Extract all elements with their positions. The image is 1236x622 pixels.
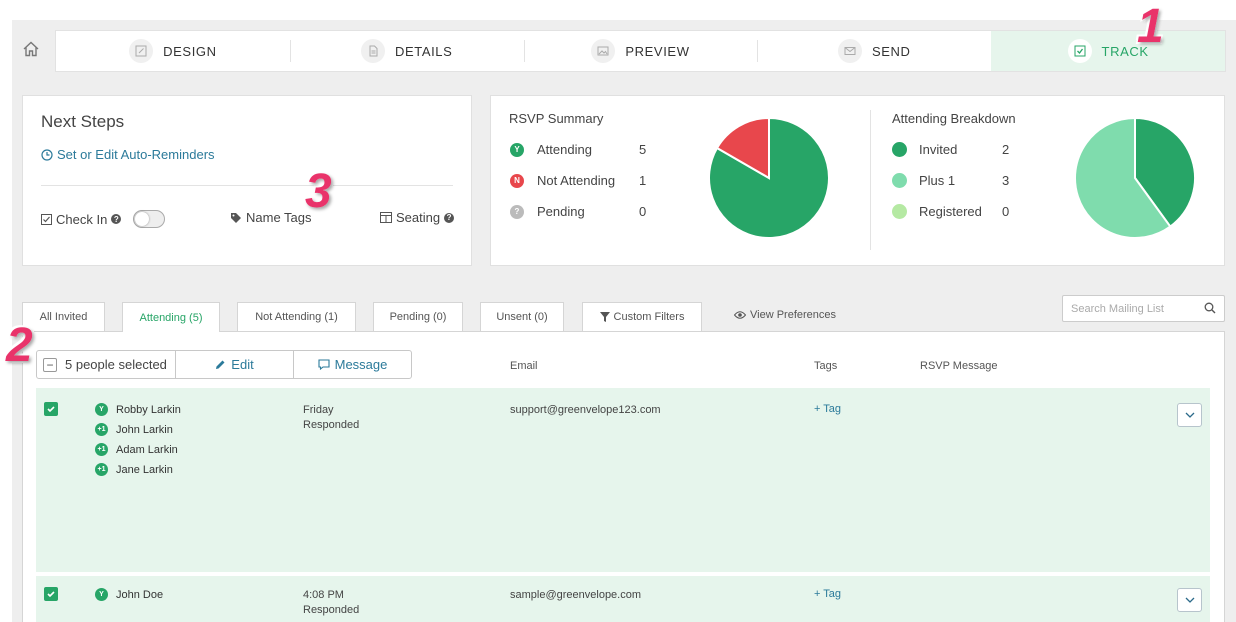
callout-number: 1 [1137, 0, 1164, 53]
attending-badge: Y [510, 142, 524, 157]
help-icon[interactable]: ? [111, 214, 122, 224]
step-track[interactable]: TRACK [991, 31, 1225, 71]
summary-not-attending-row: N Not Attending 1 [510, 173, 646, 188]
pencil-icon [129, 39, 154, 63]
guest-email: support@greenvelope123.com [510, 404, 661, 416]
attending-badge: Y [95, 403, 108, 416]
plus-one-badge: +1 [95, 443, 108, 456]
registered-dot [892, 204, 907, 219]
chevron-down-icon [1185, 412, 1194, 418]
table-row[interactable]: Y Robby Larkin +1 John Larkin +1 Adam Larki… [36, 388, 1210, 572]
pending-badge: ? [510, 204, 524, 219]
expand-row-button[interactable] [1177, 403, 1202, 427]
name-tags-link[interactable]: Name Tags [230, 210, 312, 225]
step-design[interactable]: DESIGN [56, 31, 290, 71]
next-steps-panel: Next Steps Set or Edit Auto-Reminders Ch… [22, 95, 472, 266]
rsvp-summary-title: RSVP Summary [509, 111, 604, 126]
step-preview[interactable]: PREVIEW [523, 31, 758, 71]
clock-icon [41, 148, 53, 161]
column-header-rsvp-message[interactable]: RSVP Message [920, 360, 997, 372]
check-in-option: Check In ? [41, 210, 166, 228]
edit-button[interactable]: Edit [176, 351, 294, 378]
step-label: DETAILS [394, 43, 453, 59]
summary-attending-row: Y Attending 5 [510, 142, 646, 157]
response-time: Friday Responded [303, 404, 360, 431]
select-all[interactable]: − 5 people selected [37, 351, 176, 378]
checkmark-icon [47, 591, 55, 598]
column-header-email[interactable]: Email [510, 360, 538, 372]
breakdown-registered-row: Registered 0 [892, 204, 1009, 219]
row-checkbox[interactable] [44, 402, 58, 416]
envelope-icon [838, 39, 863, 63]
tab-pending[interactable]: Pending (0) [373, 302, 463, 331]
guest-entry: +1 John Larkin [95, 423, 173, 436]
divider [41, 185, 453, 186]
chevron-down-icon [1185, 597, 1194, 603]
tab-all-invited[interactable]: All Invited [22, 302, 105, 331]
guest-entry: +1 Jane Larkin [95, 463, 173, 476]
step-details[interactable]: DETAILS [289, 31, 524, 71]
search-input[interactable]: Search Mailing List [1062, 295, 1225, 322]
seating-link[interactable]: Seating ? [380, 210, 455, 225]
message-button[interactable]: Message [294, 351, 411, 378]
guest-email: sample@greenvelope.com [510, 589, 642, 601]
table-row[interactable]: Y John Doe 4:08 PM Responded sample@green… [36, 576, 1210, 622]
attending-badge: Y [95, 588, 108, 601]
step-label: DESIGN [163, 43, 217, 59]
callout-number: 3 [305, 165, 332, 218]
add-tag-link[interactable]: + Tag [814, 403, 841, 415]
expand-row-button[interactable] [1177, 588, 1202, 612]
filter-icon [599, 312, 610, 322]
help-icon[interactable]: ? [444, 212, 455, 223]
bulk-actions: − 5 people selected Edit Message [36, 350, 412, 379]
breakdown-invited-row: Invited 2 [892, 142, 1009, 157]
search-icon[interactable] [1204, 302, 1216, 314]
invited-dot [892, 142, 907, 157]
checkmark-icon [47, 406, 55, 413]
step-label: SEND [872, 43, 911, 59]
tab-attending[interactable]: Attending (5) [122, 302, 220, 332]
pencil-icon [216, 360, 225, 369]
view-preferences-link[interactable]: View Preferences [734, 309, 836, 321]
tab-custom-filters[interactable]: Custom Filters [582, 302, 702, 331]
wizard-nav: DESIGN DETAILS PREVIEW SEND TRACK [55, 30, 1226, 72]
plus-one-badge: +1 [95, 463, 108, 476]
row-checkbox[interactable] [44, 587, 58, 601]
attending-breakdown-title: Attending Breakdown [892, 111, 1016, 126]
tab-unsent[interactable]: Unsent (0) [480, 302, 564, 331]
plus1-dot [892, 173, 907, 188]
callout-number: 2 [6, 319, 33, 372]
summary-pending-row: ? Pending 0 [510, 204, 646, 219]
guest-entry: +1 Adam Larkin [95, 443, 178, 456]
tag-icon [231, 212, 241, 223]
plus-one-badge: +1 [95, 423, 108, 436]
response-time: 4:08 PM Responded [303, 589, 360, 616]
chat-icon [318, 359, 330, 370]
next-steps-title: Next Steps [41, 112, 125, 131]
step-send[interactable]: SEND [757, 31, 991, 71]
guest-entry: Y Robby Larkin [95, 403, 181, 416]
document-icon [360, 39, 385, 63]
rsvp-summary-panel: RSVP Summary Y Attending 5 N Not Attendi… [490, 95, 1225, 266]
guest-entry: Y John Doe [95, 588, 163, 601]
rsvp-pie-chart [708, 116, 830, 239]
step-label: PREVIEW [625, 43, 690, 59]
breakdown-plus1-row: Plus 1 3 [892, 173, 1009, 188]
checkbox-icon [1067, 39, 1092, 63]
home-icon[interactable] [22, 40, 42, 60]
not-attending-badge: N [510, 173, 524, 188]
eye-icon [734, 311, 746, 319]
image-icon [591, 39, 616, 63]
table-icon [380, 212, 392, 223]
checkbox-icon [41, 213, 52, 225]
auto-reminders-link[interactable]: Set or Edit Auto-Reminders [41, 147, 215, 162]
breakdown-pie-chart [1074, 116, 1196, 239]
column-header-tags[interactable]: Tags [814, 360, 837, 372]
divider [870, 110, 871, 250]
add-tag-link[interactable]: + Tag [814, 588, 841, 600]
tab-not-attending[interactable]: Not Attending (1) [237, 302, 356, 331]
check-in-toggle[interactable] [133, 210, 166, 228]
deselect-checkbox[interactable]: − [43, 357, 57, 372]
